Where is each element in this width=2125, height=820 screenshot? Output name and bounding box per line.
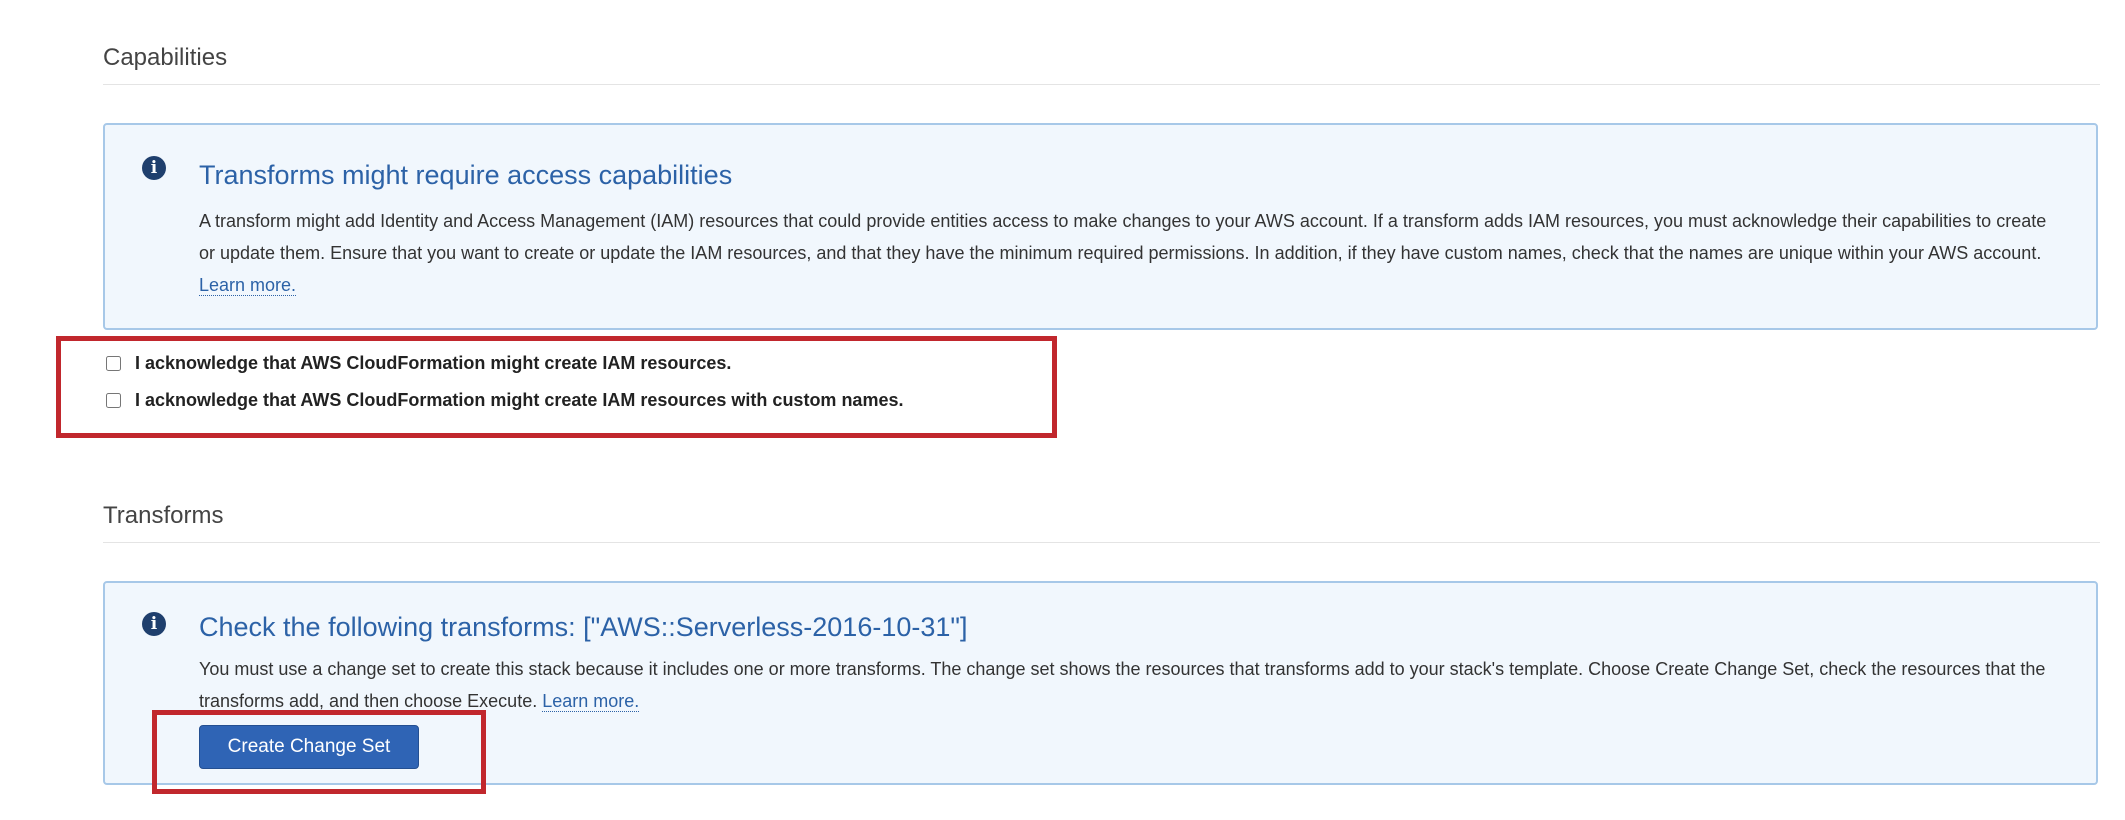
transforms-learn-more-link[interactable]: Learn more. [542, 691, 640, 712]
capabilities-info-title: Transforms might require access capabili… [199, 160, 733, 190]
acknowledgements-highlight-box [56, 336, 1057, 438]
capabilities-info-text: A transform might add Identity and Acces… [199, 211, 2047, 263]
capabilities-info-body: A transform might add Identity and Acces… [199, 205, 2059, 301]
transforms-info-title: Check the following transforms: ["AWS::S… [199, 612, 968, 642]
page: Capabilities i Transforms might require … [0, 0, 2125, 820]
info-icon: i [142, 156, 166, 180]
transforms-info-text: You must use a change set to create this… [199, 659, 2046, 711]
capabilities-info-box: i Transforms might require access capabi… [103, 123, 2098, 330]
transforms-heading: Transforms [103, 502, 2100, 543]
transforms-info-body: You must use a change set to create this… [199, 653, 2059, 717]
capabilities-heading: Capabilities [103, 44, 2100, 85]
info-icon: i [142, 612, 166, 636]
capabilities-learn-more-link[interactable]: Learn more. [199, 275, 297, 296]
create-change-set-highlight-box [152, 710, 486, 794]
